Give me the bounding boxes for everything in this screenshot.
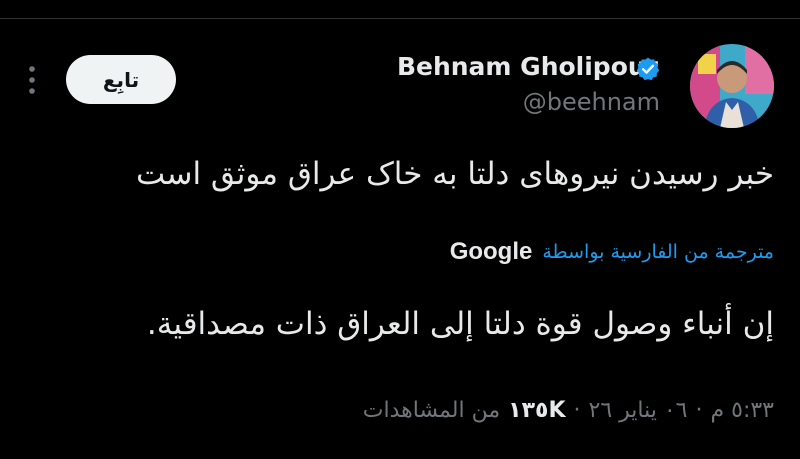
- translated-text: إن أنباء وصول قوة دلتا إلى العراق ذات مص…: [146, 306, 774, 342]
- follow-button[interactable]: تابِع: [66, 55, 176, 104]
- top-divider: [0, 18, 800, 19]
- tweet-text: خبر رسیدن نیروهای دلتا به خاک عراق موثق …: [136, 156, 774, 192]
- google-logo: Google: [449, 238, 533, 265]
- views-label: من المشاهدات: [362, 398, 501, 423]
- translation-attribution: مترجمة من الفارسية بواسطة Google: [450, 238, 774, 266]
- meta-separator: ·: [573, 398, 581, 423]
- tweet-meta: ٥:٣٣ م · ٠٦ يناير ٢٦ · ١٣٥K من المشاهدات: [363, 398, 774, 423]
- author-display-name[interactable]: Behnam Gholipour: [397, 52, 658, 81]
- more-vertical-icon[interactable]: [26, 64, 38, 98]
- meta-separator: ·: [695, 398, 703, 423]
- author-handle[interactable]: @beehnam: [523, 88, 660, 116]
- views-count: ١٣٥K: [508, 398, 566, 423]
- avatar[interactable]: [690, 44, 774, 128]
- verified-badge-icon: [635, 56, 661, 82]
- tweet-date[interactable]: ٠٦ يناير ٢٦: [589, 398, 688, 423]
- translated-by-link[interactable]: مترجمة من الفارسية بواسطة: [542, 241, 774, 263]
- tweet-time[interactable]: ٥:٣٣ م: [711, 398, 775, 423]
